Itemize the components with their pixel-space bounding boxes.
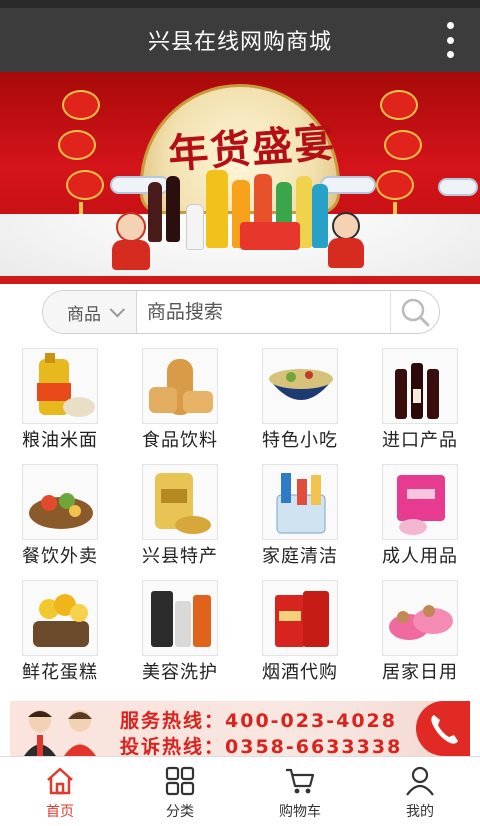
search-button[interactable] <box>389 291 439 333</box>
category-item[interactable]: 美容洗护 <box>120 576 240 692</box>
status-bar <box>0 0 480 8</box>
category-label: 家庭清洁 <box>262 546 338 567</box>
bottom-tab-bar: 首页 分类 购物车 我的 <box>0 756 480 826</box>
bread-icon <box>142 348 218 424</box>
slippers-icon <box>382 580 458 656</box>
customer-service-icon <box>24 710 96 756</box>
category-label: 食品饮料 <box>142 430 218 451</box>
search-bar: 商品 <box>42 290 440 334</box>
category-item[interactable]: 居家日用 <box>360 576 480 692</box>
category-label: 特色小吃 <box>262 430 338 451</box>
oil-rice-icon <box>22 348 98 424</box>
tab-label: 购物车 <box>279 804 321 820</box>
oil-bottle-icon <box>206 170 228 248</box>
phone-icon[interactable] <box>416 701 470 756</box>
hotline-banner[interactable]: 服务热线：400-023-4028 投诉热线：0358-6633338 <box>10 701 470 756</box>
category-label: 居家日用 <box>382 662 458 683</box>
noodle-bowl-icon <box>262 348 338 424</box>
lantern-icon <box>384 130 422 160</box>
tab-label: 我的 <box>406 804 434 820</box>
kid-figure-icon <box>332 212 360 240</box>
food-platter-icon <box>22 464 98 540</box>
wine-bottles-icon <box>382 348 458 424</box>
category-item[interactable]: 鲜花蛋糕 <box>0 576 120 692</box>
flower-cake-icon <box>22 580 98 656</box>
tab-category[interactable]: 分类 <box>120 757 240 826</box>
tab-label: 分类 <box>166 804 194 820</box>
category-item[interactable]: 成人用品 <box>360 460 480 576</box>
category-label: 兴县特产 <box>142 546 218 567</box>
kid-figure-icon <box>116 212 146 242</box>
app-header: 兴县在线网购商城 <box>0 8 480 72</box>
drink-bottle-icon <box>312 184 328 248</box>
skincare-bottles-icon <box>142 580 218 656</box>
promo-banner[interactable]: 年货盛宴 <box>0 72 480 284</box>
gift-box-icon <box>240 222 300 250</box>
search-input[interactable] <box>136 291 390 333</box>
category-item[interactable]: 家庭清洁 <box>240 460 360 576</box>
search-icon <box>401 298 430 327</box>
category-label: 餐饮外卖 <box>22 546 98 567</box>
search-category-select[interactable]: 商品 <box>43 291 137 333</box>
lantern-icon <box>62 90 100 120</box>
category-item[interactable]: 特色小吃 <box>240 344 360 460</box>
cloud-icon <box>320 176 376 194</box>
category-label: 美容洗护 <box>142 662 218 683</box>
pink-box-icon <box>382 464 458 540</box>
complaint-hotline: 投诉热线：0358-6633338 <box>120 736 403 756</box>
user-icon <box>406 766 434 796</box>
grid-icon <box>165 766 195 796</box>
tab-profile[interactable]: 我的 <box>360 757 480 826</box>
home-icon <box>47 767 73 795</box>
category-label: 烟酒代购 <box>262 662 338 683</box>
page-title: 兴县在线网购商城 <box>147 30 332 55</box>
category-label: 鲜花蛋糕 <box>22 662 98 683</box>
category-item[interactable]: 粮油米面 <box>0 344 120 460</box>
cigarette-box-icon <box>262 580 338 656</box>
lantern-icon <box>376 170 414 200</box>
tab-cart[interactable]: 购物车 <box>240 757 360 826</box>
category-item[interactable]: 烟酒代购 <box>240 576 360 692</box>
chevron-down-icon <box>109 301 126 317</box>
wine-bottle-icon <box>166 176 180 242</box>
lantern-icon <box>66 170 104 200</box>
cart-icon <box>286 768 315 794</box>
category-item[interactable]: 进口产品 <box>360 344 480 460</box>
wine-bottle-icon <box>148 182 162 242</box>
lantern-icon <box>380 90 418 120</box>
category-item[interactable]: 兴县特产 <box>120 460 240 576</box>
cleaning-supplies-icon <box>262 464 338 540</box>
category-item[interactable]: 食品饮料 <box>120 344 240 460</box>
category-item[interactable]: 餐饮外卖 <box>0 460 120 576</box>
category-label: 成人用品 <box>382 546 458 567</box>
milk-box-icon <box>186 204 204 250</box>
cloud-icon <box>438 178 478 196</box>
banner-slogan: 年货盛宴 <box>166 119 338 178</box>
category-label: 粮油米面 <box>22 430 98 451</box>
lantern-icon <box>58 130 96 160</box>
more-vertical-icon[interactable] <box>442 22 458 58</box>
category-label: 进口产品 <box>382 430 458 451</box>
search-category-label: 商品 <box>67 304 101 325</box>
grain-bag-icon <box>142 464 218 540</box>
tab-home[interactable]: 首页 <box>0 757 120 826</box>
tab-label: 首页 <box>46 804 74 820</box>
service-hotline: 服务热线：400-023-4028 <box>120 710 397 732</box>
